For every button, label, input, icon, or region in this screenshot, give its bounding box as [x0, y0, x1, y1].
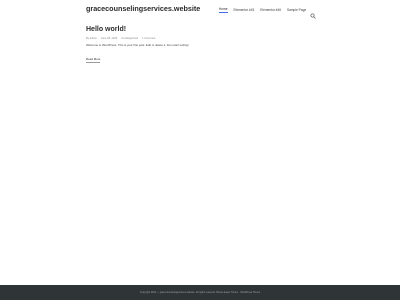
site-footer: Copyright 2023 — gracecounselingservices… — [0, 285, 400, 300]
post-title[interactable]: Hello world! — [86, 26, 316, 33]
nav-item-home[interactable]: Home — [219, 7, 228, 13]
post-category[interactable]: Uncategorized — [121, 37, 138, 40]
post-card: Hello world! By admin June 28, 2023 Unca… — [86, 26, 316, 65]
post-comments[interactable]: 1 Comment — [142, 37, 155, 40]
nav-item-sample-page[interactable]: Sample Page — [287, 8, 306, 13]
nav-item-elementor-46[interactable]: Elementor #46 — [260, 8, 281, 13]
primary-nav: Home Elementor #43 Elementor #46 Sample … — [219, 6, 312, 14]
read-more-link[interactable]: Read More — [86, 57, 101, 63]
site-title[interactable]: gracecounselingservices.website — [86, 4, 200, 13]
nav-item-elementor-43[interactable]: Elementor #43 — [234, 8, 255, 13]
footer-copyright: Copyright 2023 — gracecounselingservices… — [139, 291, 261, 294]
search-icon[interactable] — [310, 6, 316, 19]
site-header: gracecounselingservices.website Home Ele… — [0, 0, 400, 20]
post-excerpt: Welcome to WordPress. This is your first… — [86, 43, 189, 47]
post-date[interactable]: June 28, 2023 — [101, 37, 117, 40]
main-content: Hello world! By admin June 28, 2023 Unca… — [86, 26, 316, 65]
post-author[interactable]: By admin — [86, 37, 97, 40]
post-meta: By admin June 28, 2023 Uncategorized 1 C… — [86, 37, 316, 40]
